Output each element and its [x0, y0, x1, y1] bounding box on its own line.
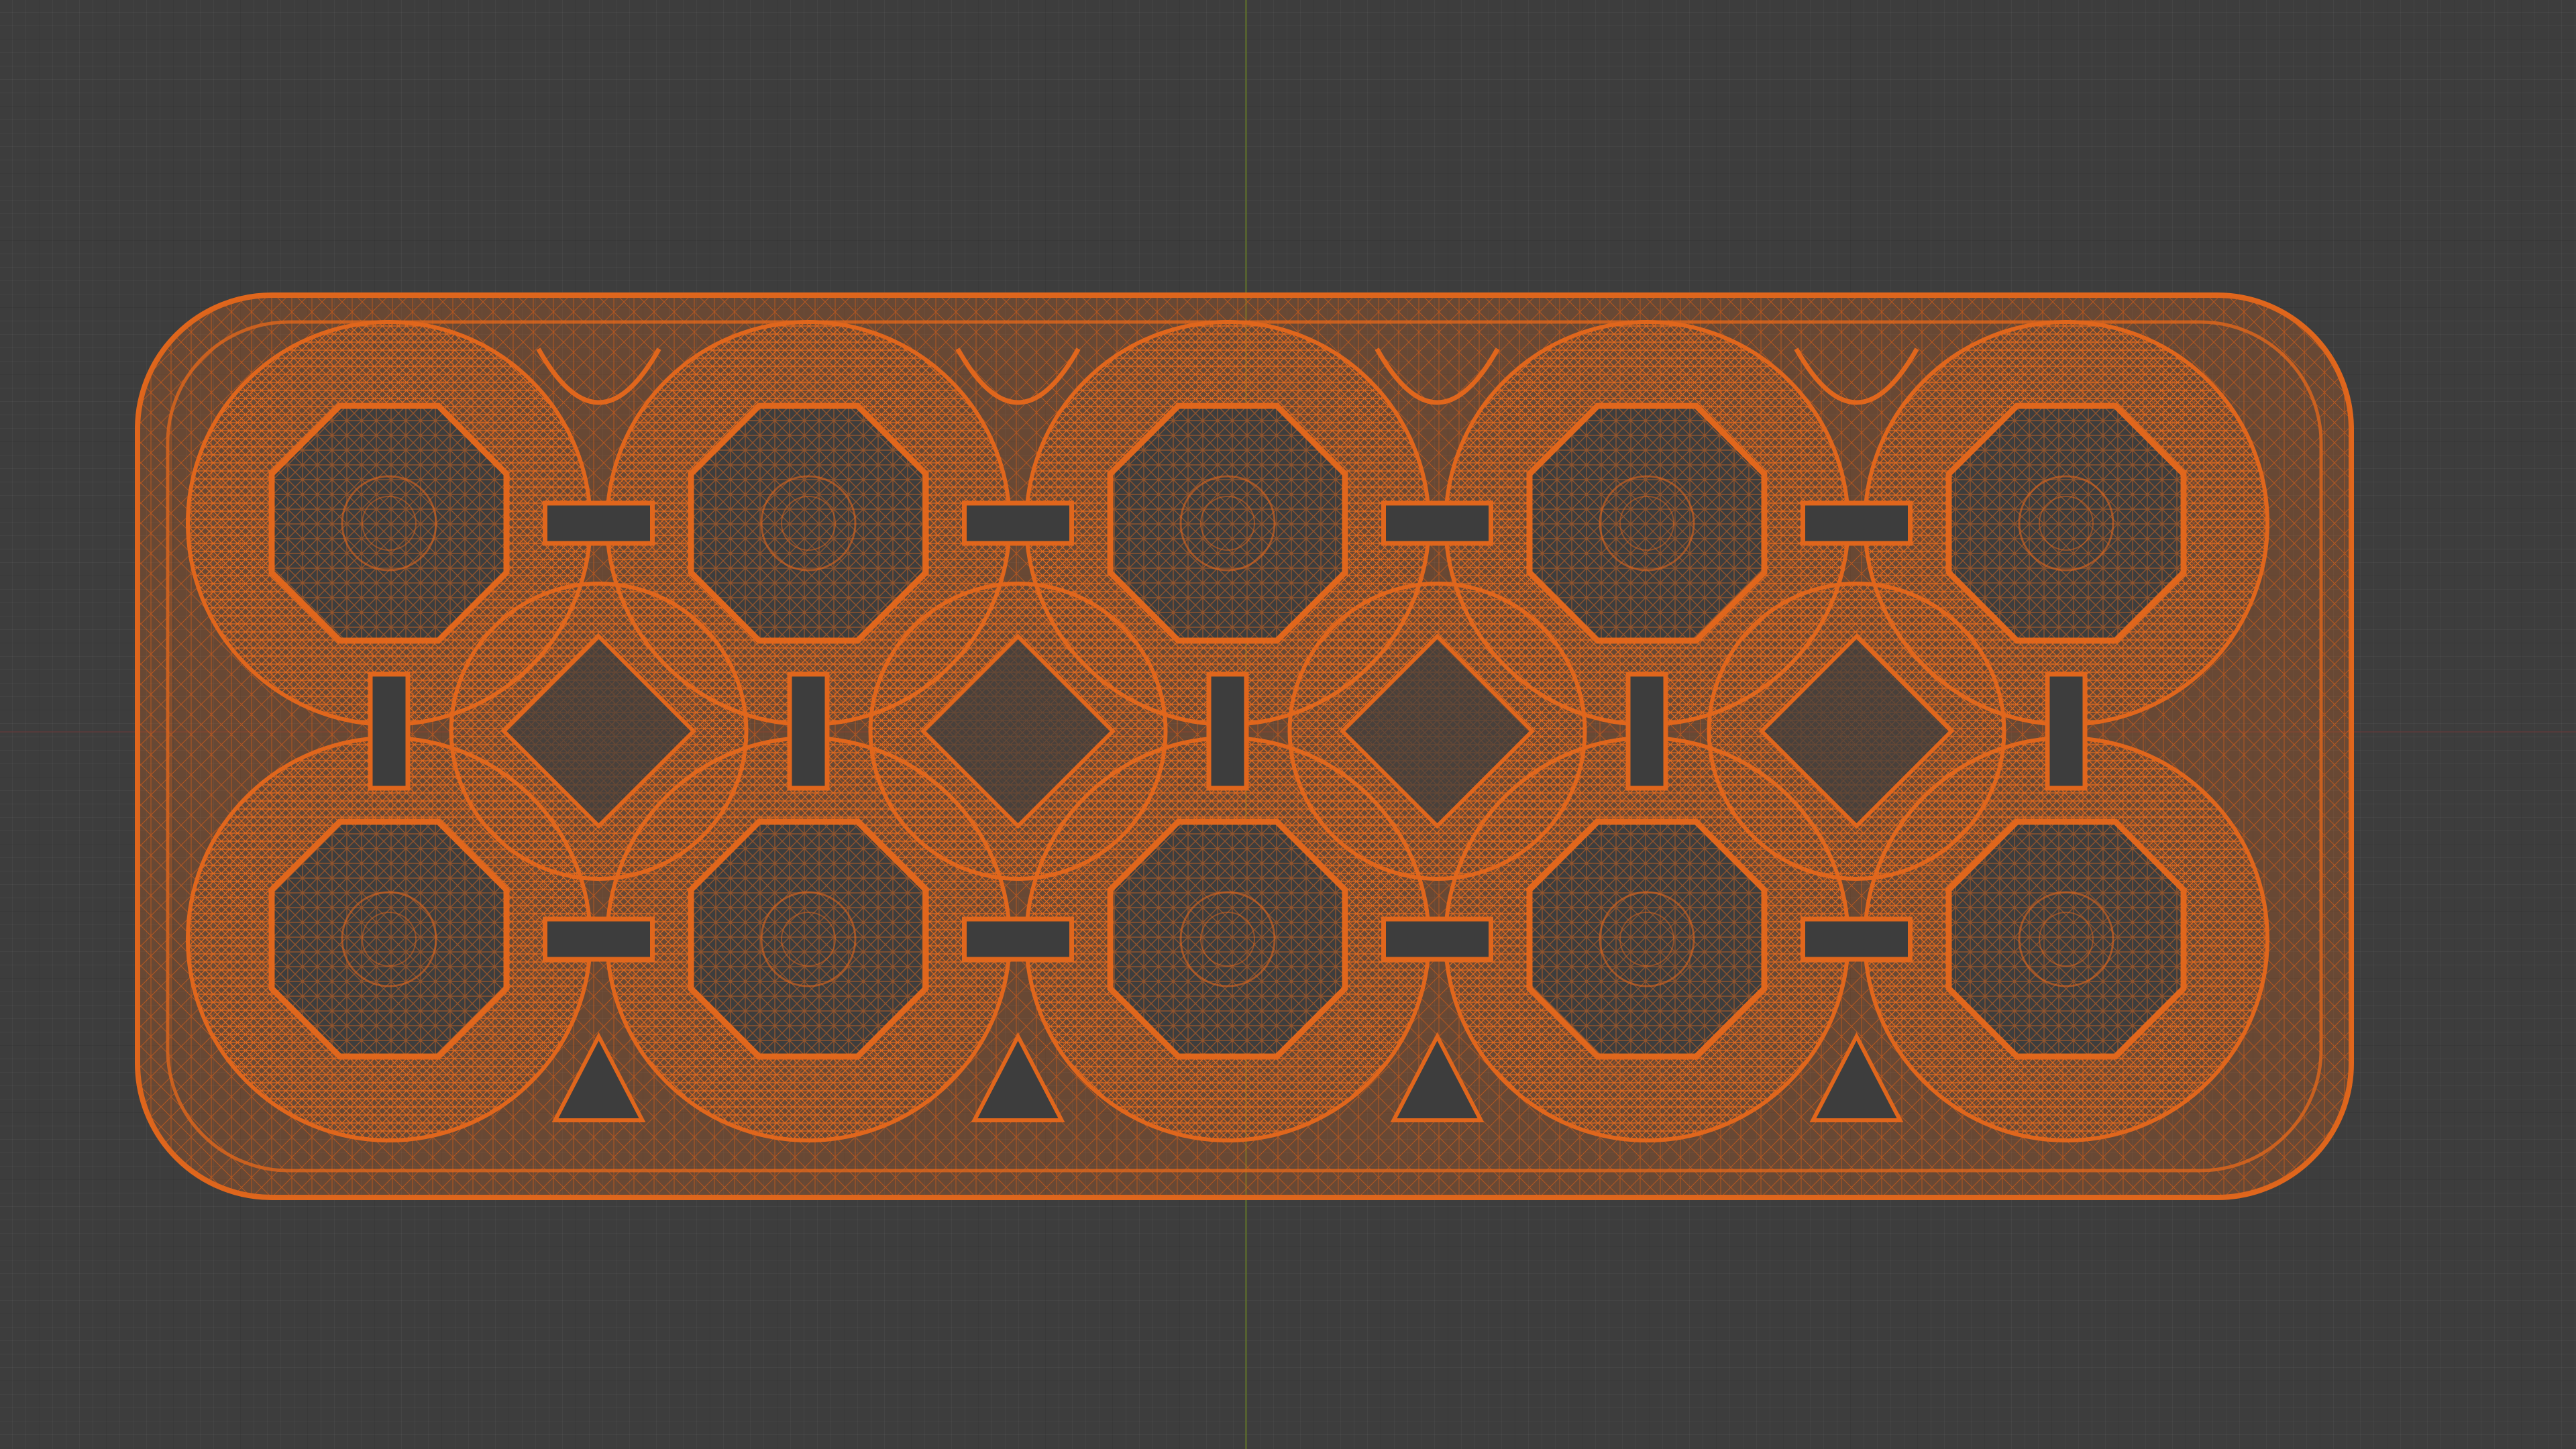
cup-bridge — [1381, 500, 1493, 546]
cup-bridge — [543, 916, 655, 962]
cup-bridge — [1801, 916, 1913, 962]
egg-cup-wire — [1110, 822, 1345, 1057]
cup-bridge-vertical — [1625, 672, 1668, 791]
egg-cup-wire — [691, 822, 926, 1057]
egg-carton-wireframe[interactable] — [0, 0, 2576, 1449]
cup-bridge — [1801, 500, 1913, 546]
egg-cup-wire — [691, 406, 926, 641]
egg-cup-wire — [1529, 822, 1764, 1057]
egg-cup-wire — [1949, 406, 2184, 641]
cup-bridge-vertical — [787, 672, 830, 791]
egg-cup-wire — [272, 822, 506, 1057]
cup-bridge-vertical — [1206, 672, 1249, 791]
egg-cup-wire — [1110, 406, 1345, 641]
egg-cup-wire — [1949, 822, 2184, 1057]
cup-bridge-vertical — [2045, 672, 2088, 791]
cup-bridge-vertical — [368, 672, 411, 791]
3d-viewport[interactable] — [0, 0, 2576, 1449]
egg-cup-wire — [1529, 406, 1764, 641]
cup-bridge — [962, 500, 1074, 546]
egg-cup-wire — [272, 406, 506, 641]
cup-bridge — [543, 500, 655, 546]
cup-bridge — [962, 916, 1074, 962]
cup-bridge — [1381, 916, 1493, 962]
